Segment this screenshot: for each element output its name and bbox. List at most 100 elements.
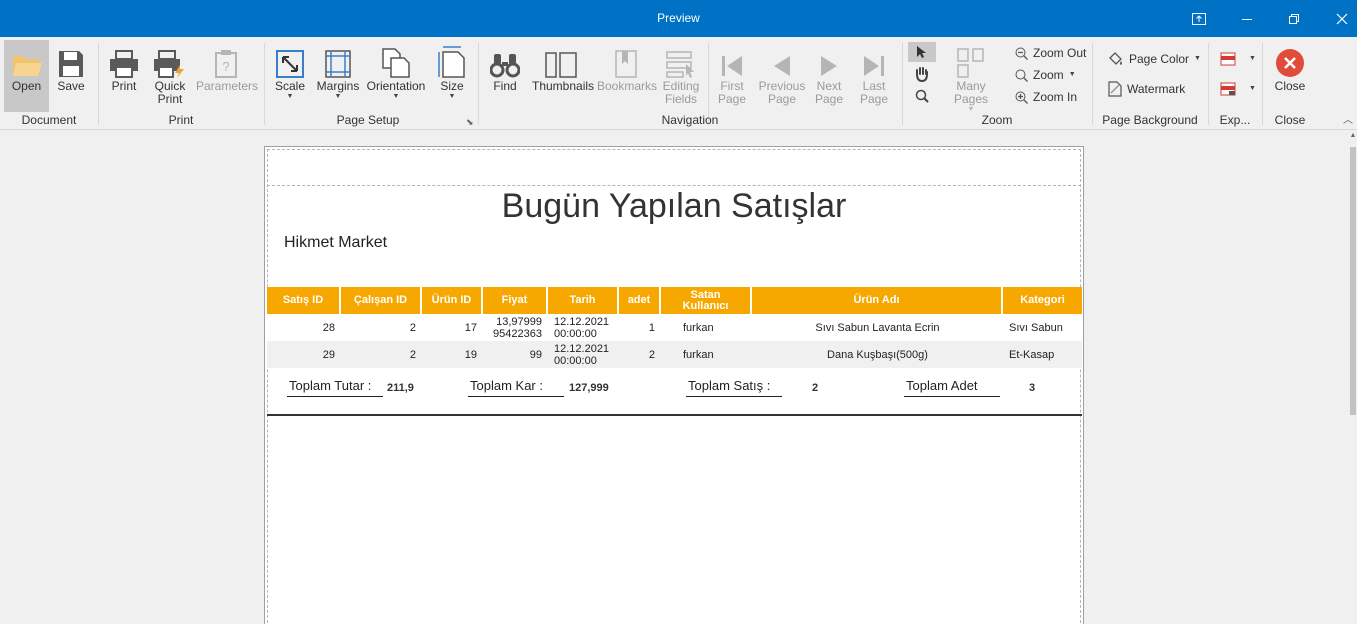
cell-urun-id: 19: [464, 348, 477, 361]
cell-adet: 1: [648, 321, 655, 334]
bookmarks-label: Bookmarks: [597, 79, 658, 93]
close-window-button[interactable]: [1319, 0, 1357, 37]
pointer-tool-button[interactable]: [908, 42, 936, 62]
close-preview-button[interactable]: Close: [1268, 40, 1312, 112]
many-pages-button[interactable]: Many Pages ▼: [940, 40, 1002, 113]
cell-fiyat: 99: [529, 348, 542, 361]
minimize-button[interactable]: [1224, 0, 1270, 37]
zoom-in-button[interactable]: Zoom In: [1015, 88, 1077, 106]
dialog-launcher-icon[interactable]: ⬊: [466, 117, 474, 128]
cell-satan: furkan: [683, 348, 714, 361]
close-circle-icon: [1276, 49, 1304, 77]
last-page-label: Last Page: [859, 79, 889, 106]
chevron-down-icon: ▼: [392, 93, 400, 100]
scale-icon: [276, 50, 304, 78]
page-color-button[interactable]: Page Color ▼: [1108, 50, 1201, 68]
maximize-button[interactable]: [1271, 0, 1317, 37]
parameters-icon: ?: [215, 50, 237, 78]
pointer-icon: [917, 46, 926, 58]
orientation-label: Orientation: [366, 79, 426, 93]
quick-print-button[interactable]: Quick Print: [149, 40, 191, 112]
column-header: Ürün Adı: [752, 287, 1003, 314]
hand-tool-button[interactable]: [908, 64, 936, 84]
next-page-icon: [821, 56, 837, 76]
print-button[interactable]: Print: [104, 40, 144, 112]
totals-band: Toplam Tutar : 211,9 Toplam Kar : 127,99…: [267, 372, 1082, 402]
chevron-down-icon: ▼: [1249, 85, 1256, 92]
close-group-label: Close: [1274, 113, 1306, 127]
zoom-in-label: Zoom In: [1033, 90, 1078, 104]
zoom-dropdown-button[interactable]: Zoom ▼: [1015, 66, 1076, 84]
save-label: Save: [57, 79, 85, 93]
scale-button[interactable]: Scale ▼: [272, 40, 308, 112]
first-page-button[interactable]: First Page: [714, 40, 750, 112]
magnifier-tool-button[interactable]: [908, 86, 936, 106]
previous-page-icon: [774, 56, 790, 76]
open-button[interactable]: Open: [4, 40, 49, 112]
first-page-icon: [722, 56, 742, 76]
orientation-icon: [382, 48, 410, 78]
find-button[interactable]: Find: [486, 40, 524, 112]
scrollbar-thumb[interactable]: [1350, 147, 1356, 415]
watermark-button[interactable]: Watermark: [1108, 80, 1185, 98]
page-header-separator: [267, 185, 1081, 186]
margins-icon: [325, 50, 351, 78]
cell-kategori: Sıvı Sabun: [1009, 321, 1063, 334]
orientation-button[interactable]: Orientation ▼: [366, 40, 426, 112]
cell-calisan-id: 2: [409, 321, 416, 334]
cell-urun-adi: Sıvı Sabun Lavanta Ecrin: [815, 321, 940, 334]
zoom-out-label: Zoom Out: [1033, 46, 1087, 60]
report-company: Hikmet Market: [284, 234, 388, 251]
chevron-down-icon: ▼: [286, 93, 294, 100]
previous-page-button[interactable]: Previous Page: [756, 40, 808, 112]
zoom-icon: [1015, 69, 1028, 82]
report-end-line: [267, 414, 1082, 416]
chevron-down-icon: ▼: [1194, 55, 1201, 62]
chevron-down-icon: ▼: [1249, 55, 1256, 62]
collapse-ribbon-icon[interactable]: ︿: [1343, 111, 1353, 126]
total-amount-label: Toplam Tutar :: [287, 378, 383, 397]
column-header: Satan Kullanıcı: [661, 287, 752, 314]
total-sales-label: Toplam Satış :: [686, 378, 782, 397]
first-page-label: First Page: [717, 79, 747, 106]
total-amount-value: 211,9: [387, 382, 414, 394]
size-button[interactable]: Size ▼: [434, 40, 470, 112]
cell-calisan-id: 2: [409, 348, 416, 361]
last-page-button[interactable]: Last Page: [856, 40, 892, 112]
thumbnails-button[interactable]: Thumbnails: [532, 40, 594, 112]
send-email-icon: [1220, 82, 1236, 96]
previous-page-label: Previous Page: [758, 79, 806, 106]
export-group-label: Exp...: [1219, 113, 1251, 127]
zoom-label: Zoom: [1033, 68, 1064, 82]
margins-button[interactable]: Margins ▼: [316, 40, 360, 112]
ribbon: Open Save Document Print Quick Print ? P…: [0, 37, 1357, 130]
magnifier-icon: [915, 89, 929, 103]
column-header: Kategori: [1020, 294, 1065, 306]
total-profit-value: 127,999: [569, 382, 609, 394]
export-pdf-button[interactable]: ▼: [1220, 50, 1256, 68]
thumbnails-icon: [545, 52, 577, 78]
next-page-button[interactable]: Next Page: [812, 40, 846, 112]
printer-icon: [110, 50, 138, 78]
parameters-button[interactable]: ? Parameters: [196, 40, 258, 112]
cell-tarih: 12.12.2021 00:00:00: [554, 315, 610, 340]
zoom-out-button[interactable]: Zoom Out: [1015, 44, 1086, 62]
editing-fields-button[interactable]: Editing Fields: [660, 40, 702, 112]
restore-ribbon-button[interactable]: [1176, 0, 1222, 37]
bookmarks-button[interactable]: Bookmarks: [597, 40, 658, 112]
save-button[interactable]: Save: [52, 40, 90, 112]
cell-satan: furkan: [683, 321, 714, 334]
binoculars-icon: [490, 54, 520, 78]
cell-tarih: 12.12.2021 00:00:00: [554, 342, 610, 367]
column-header: Satış ID: [267, 287, 341, 314]
cell-fiyat: 13,97999 95422363: [493, 315, 542, 340]
total-sales-value: 2: [812, 382, 819, 394]
editing-fields-icon: [666, 51, 694, 78]
scroll-up-icon[interactable]: ▲: [1349, 132, 1357, 139]
vertical-scrollbar[interactable]: ▲: [1349, 130, 1357, 624]
chevron-down-icon: ▼: [334, 93, 342, 100]
watermark-icon: [1108, 81, 1122, 97]
close-label: Close: [1274, 79, 1306, 93]
send-pdf-button[interactable]: ▼: [1220, 80, 1256, 98]
column-header: Tarih: [548, 287, 619, 314]
